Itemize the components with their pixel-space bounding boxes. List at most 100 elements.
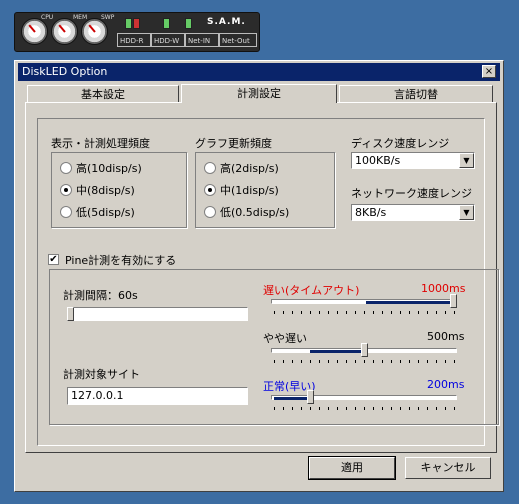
normal-value: 200ms (427, 378, 465, 391)
tick-mark (364, 311, 365, 314)
tick-mark (436, 311, 437, 314)
radio-selected-icon[interactable] (204, 184, 216, 196)
medium-slider-ticks (271, 360, 457, 364)
graph-freq-high[interactable]: 高(2disp/s) (204, 162, 279, 176)
hdd-read-indicator-icon (125, 18, 132, 29)
interval-label: 計測間隔：60s (63, 289, 138, 302)
display-freq-group: 高(10disp/s) 中(8disp/s) 低(5disp/s) (51, 152, 187, 228)
tick-mark (283, 360, 284, 363)
tick-mark (409, 311, 410, 314)
tick-mark (310, 407, 311, 410)
tick-mark (328, 407, 329, 410)
tick-mark (409, 407, 410, 410)
tick-mark (373, 407, 374, 410)
tick-mark (310, 311, 311, 314)
mem-gauge-icon (51, 18, 78, 45)
tab-measurement-settings[interactable]: 計測設定 (181, 84, 337, 103)
tick-mark (328, 311, 329, 314)
slow-slider-fill (366, 301, 454, 304)
ping-enable-checkbox[interactable]: ✔ (48, 254, 59, 265)
disk-speed-select[interactable]: 100KB/s ▼ (351, 152, 475, 169)
hdd-write-box: HDD-W (151, 33, 185, 47)
graph-freq-low[interactable]: 低(0.5disp/s) (204, 206, 289, 220)
cpu-gauge-icon (21, 18, 48, 45)
tick-mark (382, 311, 383, 314)
display-freq-high[interactable]: 高(10disp/s) (60, 162, 142, 176)
slow-slider-track[interactable] (271, 299, 457, 304)
normal-slider-track[interactable] (271, 395, 457, 400)
interval-slider-thumb[interactable] (67, 307, 74, 321)
tick-mark (337, 407, 338, 410)
tab-language[interactable]: 言語切替 (339, 85, 493, 102)
tick-mark (364, 360, 365, 363)
slow-label: 遅い(タイムアウト) (263, 284, 360, 297)
normal-slider-ticks (271, 407, 457, 411)
radio-icon[interactable] (60, 162, 72, 174)
tick-mark (328, 360, 329, 363)
tick-mark (283, 311, 284, 314)
graph-freq-group: 高(2disp/s) 中(1disp/s) 低(0.5disp/s) (195, 152, 335, 228)
graph-freq-label: グラフ更新頻度 (195, 137, 272, 150)
close-button[interactable]: × (482, 65, 496, 78)
tick-mark (337, 311, 338, 314)
radio-label: 高(10disp/s) (76, 162, 142, 175)
chevron-down-icon[interactable]: ▼ (459, 153, 474, 168)
ping-enable-label: Pine計測を有効にする (65, 254, 177, 267)
net-speed-select[interactable]: 8KB/s ▼ (351, 204, 475, 221)
tick-mark (418, 360, 419, 363)
tick-mark (364, 407, 365, 410)
net-speed-value: 8KB/s (355, 206, 387, 219)
tick-mark (400, 311, 401, 314)
net-in-indicator-icon (163, 18, 170, 29)
tick-mark (454, 360, 455, 363)
title-bar[interactable]: DiskLED Option × (18, 63, 500, 81)
medium-value: 500ms (427, 330, 465, 343)
display-freq-medium[interactable]: 中(8disp/s) (60, 184, 135, 198)
net-speed-label: ネットワーク速度レンジ (351, 187, 472, 200)
close-icon: × (484, 66, 494, 77)
normal-slider-thumb[interactable] (306, 390, 314, 404)
tick-mark (310, 360, 311, 363)
target-label: 計測対象サイト (63, 368, 140, 381)
net-in-box: Net-IN (185, 33, 219, 47)
chevron-down-icon[interactable]: ▼ (459, 205, 474, 220)
radio-icon[interactable] (204, 162, 216, 174)
tick-mark (337, 360, 338, 363)
medium-slider-thumb[interactable] (360, 343, 368, 357)
radio-icon[interactable] (60, 206, 72, 218)
tick-mark (382, 360, 383, 363)
radio-selected-icon[interactable] (60, 184, 72, 196)
display-freq-label: 表示・計測処理頻度 (51, 137, 150, 150)
tick-mark (292, 360, 293, 363)
disk-speed-value: 100KB/s (355, 154, 401, 167)
tick-mark (319, 311, 320, 314)
window-title: DiskLED Option (22, 65, 108, 78)
interval-slider-track[interactable] (67, 307, 248, 321)
tick-mark (346, 360, 347, 363)
tick-mark (355, 407, 356, 410)
tick-mark (454, 407, 455, 410)
mem-gauge-label: MEM (73, 14, 88, 21)
graph-freq-medium[interactable]: 中(1disp/s) (204, 184, 279, 198)
apply-button[interactable]: 適用 (308, 456, 396, 480)
tick-mark (373, 311, 374, 314)
tick-mark (445, 360, 446, 363)
tick-mark (355, 311, 356, 314)
radio-label: 低(0.5disp/s) (220, 206, 290, 219)
display-freq-low[interactable]: 低(5disp/s) (60, 206, 135, 220)
tick-mark (373, 360, 374, 363)
slow-slider-thumb[interactable] (450, 294, 457, 308)
hdd-write-indicator-icon (133, 18, 140, 29)
radio-icon[interactable] (204, 206, 216, 218)
tick-mark (391, 360, 392, 363)
swp-gauge-icon (81, 18, 108, 45)
tab-basic-settings[interactable]: 基本設定 (27, 85, 179, 102)
tick-mark (427, 311, 428, 314)
cancel-button[interactable]: キャンセル (405, 457, 491, 479)
tick-mark (301, 407, 302, 410)
tick-mark (436, 360, 437, 363)
tick-mark (427, 360, 428, 363)
target-site-input[interactable]: 127.0.0.1 (67, 387, 248, 405)
radio-label: 中(1disp/s) (220, 184, 279, 197)
brand-label: S.A.M. (207, 17, 246, 27)
